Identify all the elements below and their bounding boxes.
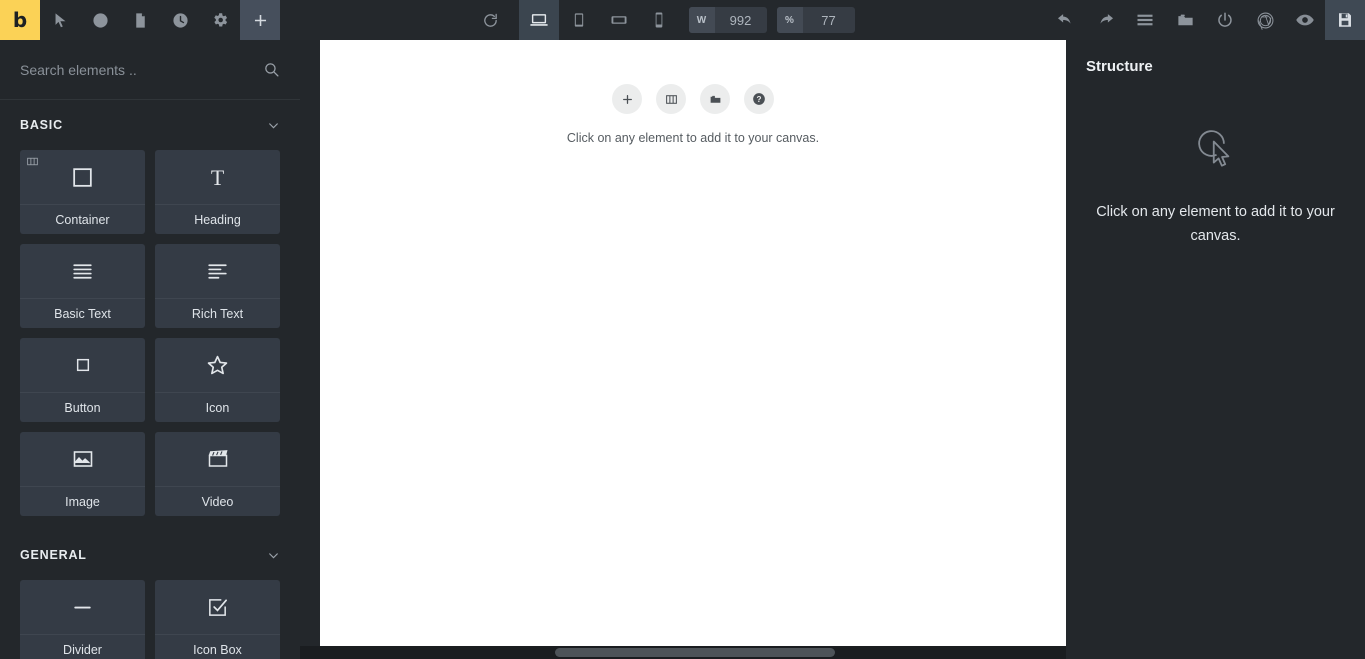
structure-empty-state: Click on any element to add it to your c… <box>1086 119 1345 248</box>
canvas-horizontal-scrollbar[interactable] <box>300 646 1066 659</box>
section-title-general: GENERAL <box>20 548 87 562</box>
element-label-icon: Icon <box>155 392 280 422</box>
element-card-video[interactable]: Video <box>155 432 280 516</box>
text-t-icon: T <box>155 150 280 204</box>
element-label-basic-text: Basic Text <box>20 298 145 328</box>
element-label-video: Video <box>155 486 280 516</box>
element-card-button[interactable]: Button <box>20 338 145 422</box>
element-card-container[interactable]: Container <box>20 150 145 234</box>
search-row <box>0 40 300 100</box>
canvas-width-field[interactable]: W 992 <box>688 7 767 33</box>
top-toolbar: b ? W 992 % 77 <box>0 0 1365 40</box>
divider-line-icon <box>20 580 145 634</box>
star-icon <box>155 338 280 392</box>
canvas-zoom-field[interactable]: % 77 <box>776 7 855 33</box>
element-label-button: Button <box>20 392 145 422</box>
structure-empty-text: Click on any element to add it to your c… <box>1096 204 1335 244</box>
desktop-icon[interactable] <box>518 0 559 40</box>
tablet-landscape-icon[interactable] <box>599 0 639 40</box>
canvas-action-row: ? <box>612 84 774 114</box>
canvas-frame[interactable]: ? Click on any element to add it to your… <box>320 40 1066 646</box>
element-card-divider[interactable]: Divider <box>20 580 145 659</box>
element-card-image[interactable]: Image <box>20 432 145 516</box>
checkbox-icon <box>155 580 280 634</box>
toolbar-spacer-right <box>855 0 1046 40</box>
width-field-value[interactable]: 992 <box>715 7 767 33</box>
toolbar-right-group <box>1045 0 1365 40</box>
structure-panel-title: Structure <box>1086 58 1153 75</box>
canvas-hint-text: Click on any element to add it to your c… <box>566 131 820 145</box>
element-label-rich-text: Rich Text <box>155 298 280 328</box>
wordpress-icon[interactable] <box>1245 0 1285 40</box>
section-header-basic[interactable]: BASIC <box>0 100 300 150</box>
elements-sidebar: BASIC Container T Heading Basic Text <box>0 40 300 659</box>
zoom-field-value[interactable]: 77 <box>803 7 855 33</box>
preview-icon[interactable] <box>1285 0 1325 40</box>
templates-circle[interactable] <box>700 84 730 114</box>
add-element-button[interactable] <box>240 0 280 40</box>
help-icon[interactable]: ? <box>80 0 120 40</box>
search-icon[interactable] <box>263 61 280 78</box>
video-clapper-icon <box>155 432 280 486</box>
mobile-icon[interactable] <box>639 0 679 40</box>
history-icon[interactable] <box>160 0 200 40</box>
element-label-divider: Divider <box>20 634 145 659</box>
canvas-empty-state: ? Click on any element to add it to your… <box>320 40 1066 145</box>
undo-icon[interactable] <box>1045 0 1085 40</box>
page-icon[interactable] <box>120 0 160 40</box>
element-card-icon[interactable]: Icon <box>155 338 280 422</box>
canvas-area: ? Click on any element to add it to your… <box>300 40 1066 659</box>
svg-text:T: T <box>211 165 224 189</box>
element-grid-general: Divider Icon Box <box>0 580 300 659</box>
power-icon[interactable] <box>1205 0 1245 40</box>
bricks-logo[interactable]: b <box>0 0 40 40</box>
redo-icon[interactable] <box>1085 0 1125 40</box>
svg-text:?: ? <box>97 16 103 27</box>
folder-icon[interactable] <box>1165 0 1205 40</box>
element-card-basic-text[interactable]: Basic Text <box>20 244 145 328</box>
scrollbar-thumb[interactable] <box>555 648 835 657</box>
refresh-icon[interactable] <box>471 0 511 40</box>
gear-icon[interactable] <box>200 0 240 40</box>
element-grid-basic: Container T Heading Basic Text Rich Text <box>0 150 300 530</box>
chevron-down-icon[interactable] <box>267 119 280 132</box>
element-label-container: Container <box>20 204 145 234</box>
element-card-heading[interactable]: T Heading <box>155 150 280 234</box>
columns-icon <box>26 155 39 168</box>
element-label-heading: Heading <box>155 204 280 234</box>
save-button[interactable] <box>1325 0 1365 40</box>
svg-text:?: ? <box>757 95 762 104</box>
element-card-icon-box[interactable]: Icon Box <box>155 580 280 659</box>
add-layout-circle[interactable] <box>656 84 686 114</box>
image-icon <box>20 432 145 486</box>
menu-icon[interactable] <box>1125 0 1165 40</box>
click-cursor-icon <box>1189 119 1243 178</box>
help-circle[interactable]: ? <box>744 84 774 114</box>
chevron-down-icon[interactable] <box>267 549 280 562</box>
width-field-prefix: W <box>688 7 715 33</box>
zoom-field-prefix: % <box>776 7 803 33</box>
tablet-portrait-icon[interactable] <box>559 0 599 40</box>
section-header-general[interactable]: GENERAL <box>0 530 300 580</box>
structure-panel: Structure Click on any element to add it… <box>1066 40 1365 659</box>
toolbar-center-group: W 992 % 77 <box>471 0 855 40</box>
toolbar-left-group: ? <box>40 0 280 40</box>
add-element-circle[interactable] <box>612 84 642 114</box>
element-label-icon-box: Icon Box <box>155 634 280 659</box>
text-align-left-icon <box>155 244 280 298</box>
element-card-rich-text[interactable]: Rich Text <box>155 244 280 328</box>
toolbar-spacer-left <box>280 0 471 40</box>
button-square-icon <box>20 338 145 392</box>
element-label-image: Image <box>20 486 145 516</box>
section-title-basic: BASIC <box>20 118 63 132</box>
text-lines-icon <box>20 244 145 298</box>
pointer-icon[interactable] <box>40 0 80 40</box>
search-input[interactable] <box>20 61 263 78</box>
